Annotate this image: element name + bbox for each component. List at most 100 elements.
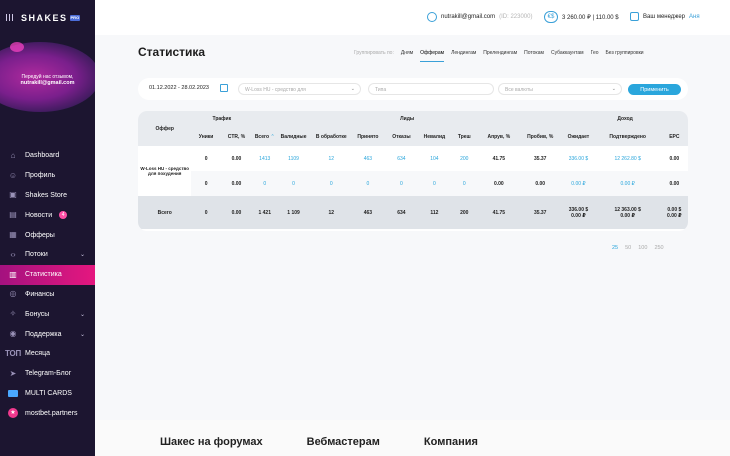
sidebar-item-stats[interactable]: ▥ Статистика (0, 264, 95, 285)
groupby-bar: Группировать по: Дням Офферам Лендингам … (354, 50, 644, 62)
table-cell-link[interactable]: 463 (353, 146, 383, 171)
table-cell-link[interactable]: 1413 (252, 146, 277, 171)
type-select-placeholder: Типа (375, 87, 387, 93)
sidebar-item-finance[interactable]: ◎ Финансы (0, 285, 95, 305)
footer-links: Шакес на форумах Вебмастерам Компания (160, 436, 478, 448)
table-cell-link[interactable]: 634 (383, 146, 420, 171)
balance[interactable]: €$ 3 260.00 ₽ | 110.00 $ (544, 11, 619, 23)
sidebar-item-telegram[interactable]: ➤ Telegram-Блог (0, 364, 95, 384)
col-rejected[interactable]: Отказы (383, 127, 420, 146)
type-select[interactable]: Типа (368, 83, 494, 95)
sidebar-item-news[interactable]: ▤ Новости 4 (0, 205, 95, 225)
offer-name: W-Loss HU - средство для похудения (140, 165, 190, 177)
footer-webmasters[interactable]: Вебмастерам (307, 436, 380, 448)
promo-heart-icon (10, 42, 24, 52)
sidebar-item-dashboard[interactable]: ⌂ Dashboard (0, 146, 95, 166)
footer-company[interactable]: Компания (424, 436, 478, 448)
logo[interactable]: SHAKES PRO (21, 12, 81, 23)
sidebar-item-label: Dashboard (25, 152, 60, 160)
groupby-none[interactable]: Без группировки (606, 50, 644, 62)
groupby-landings[interactable]: Лендингам (451, 50, 476, 62)
sidebar-item-label: Shakes Store (25, 191, 68, 199)
table-cell-link[interactable]: 200 (449, 146, 479, 171)
promo-banner[interactable]: Передуй нас отзывом, nutrakill@gmail.com (0, 38, 95, 112)
table-cell: 0 (191, 171, 221, 196)
calendar-icon[interactable] (220, 84, 228, 92)
col-accepted[interactable]: Принято (352, 127, 384, 146)
page-size-25[interactable]: 25 (612, 245, 618, 251)
date-range[interactable]: 01.12.2022 - 28.02.2023 (149, 85, 209, 91)
logo-pro-badge: PRO (69, 14, 81, 21)
sidebar-item-profile[interactable]: ☺ Профиль (0, 166, 95, 186)
apply-button[interactable]: Применить (628, 84, 681, 95)
col-invalid[interactable]: Невалид (419, 127, 450, 146)
promo-email: nutrakill@gmail.com (20, 80, 75, 86)
table-cell-link[interactable]: 336.00 $ (562, 146, 594, 171)
col-ctr[interactable]: CTR, % (220, 127, 253, 146)
table-cell-link[interactable]: 104 (420, 146, 449, 171)
col-processing[interactable]: В обработке (309, 127, 353, 146)
table-cell-link[interactable]: 0.00 ₽ (562, 171, 595, 196)
chevron-down-icon: ⌄ (611, 86, 616, 92)
sidebar-item-store[interactable]: ▣ Shakes Store (0, 186, 95, 206)
col-total-label: Всего (254, 133, 270, 140)
table-cell-link[interactable]: 1109 (277, 146, 309, 171)
groupby-offers[interactable]: Офферам (420, 50, 445, 62)
table-cell-link[interactable]: 0 (252, 171, 278, 196)
table-cell-link[interactable]: 12 262.80 $ (595, 146, 661, 171)
table-cell-link[interactable]: 0 (383, 171, 420, 196)
table-cell-link[interactable]: 0 (419, 171, 450, 196)
sidebar-item-streams[interactable]: ‹› Потоки ⌄ (0, 245, 95, 265)
page-size-250[interactable]: 250 (654, 245, 663, 251)
sidebar-item-label: Telegram-Блог (25, 370, 72, 378)
table-cell-link[interactable]: 0 (352, 171, 384, 196)
currency-select-placeholder: Все валюты (505, 87, 533, 93)
groupby-subaccounts[interactable]: Субаккаунтам (551, 50, 584, 62)
page-size-50[interactable]: 50 (625, 245, 631, 251)
col-trash[interactable]: Треш (449, 127, 480, 146)
page-size-100[interactable]: 100 (638, 245, 647, 251)
manager[interactable]: Ваш менеджер Аня (630, 12, 700, 21)
table-cell-link[interactable]: 0 (277, 171, 310, 196)
table-cell-link[interactable]: 0 (309, 171, 353, 196)
table-row: 0 0.00 0 0 0 0 0 0 0 0.00 0.00 0.00 ₽ 0.… (138, 171, 688, 196)
col-offer: Оффер (138, 111, 192, 146)
currency-select[interactable]: Все валюты ⌄ (498, 83, 622, 95)
sidebar-item-offers[interactable]: ▦ Офферы (0, 225, 95, 245)
col-uniques[interactable]: Уники (191, 127, 221, 146)
sidebar-item-multicards[interactable]: MULTI CARDS (0, 384, 95, 404)
table-cell-link[interactable]: 12 (310, 146, 353, 171)
bonus-icon: ✧ (9, 309, 17, 319)
groupby-geo[interactable]: Гео (591, 50, 599, 62)
footer-forums[interactable]: Шакес на форумах (160, 436, 263, 448)
total-cell: 200 (449, 196, 480, 229)
footer: Шакес на форумах Вебмастерам Компания (95, 420, 730, 456)
col-approve[interactable]: Апрув, % (479, 127, 519, 146)
code-icon: ‹› (10, 249, 16, 259)
user-account[interactable]: nutrakill@gmail.com (ID: 223000) (427, 12, 532, 22)
groupby-prelandings[interactable]: Прелендингам (483, 50, 517, 62)
sidebar-item-bonuses[interactable]: ✧ Бонусы ⌄ (0, 304, 95, 324)
sidebar-item-support[interactable]: ◉ Поддержка ⌄ (0, 324, 95, 344)
chevron-down-icon: ⌄ (79, 331, 85, 338)
col-pending[interactable]: Ожидает (562, 127, 595, 146)
total-epc-rub: 0.00 ₽ (667, 212, 682, 219)
manager-name[interactable]: Аня (689, 14, 700, 20)
sidebar-item-mostbet[interactable]: ★ mostbet.partners (0, 403, 95, 423)
col-breakthrough[interactable]: Пробив, % (518, 127, 563, 146)
menu-icon[interactable] (6, 14, 13, 21)
offer-select[interactable]: W-Loss HU - средство для ⌄ (238, 83, 361, 95)
col-epc[interactable]: EPC (660, 127, 688, 146)
col-confirmed[interactable]: Подтверждено (594, 127, 661, 146)
col-total[interactable]: Всего ⌃ (252, 127, 278, 146)
table-cell-link[interactable]: 0.00 ₽ (594, 171, 661, 196)
logo-text: SHAKES (21, 12, 68, 23)
total-cell: 634 (383, 196, 420, 229)
groupby-streams[interactable]: Потокам (524, 50, 544, 62)
total-confirmed-rub: 0.00 ₽ (620, 212, 635, 219)
sidebar-item-top-month[interactable]: ТОП Месяца (0, 344, 95, 364)
col-valid[interactable]: Валидные (277, 127, 310, 146)
groupby-days[interactable]: Дням (401, 50, 413, 62)
manager-icon (630, 12, 639, 21)
table-cell-link[interactable]: 0 (449, 171, 480, 196)
